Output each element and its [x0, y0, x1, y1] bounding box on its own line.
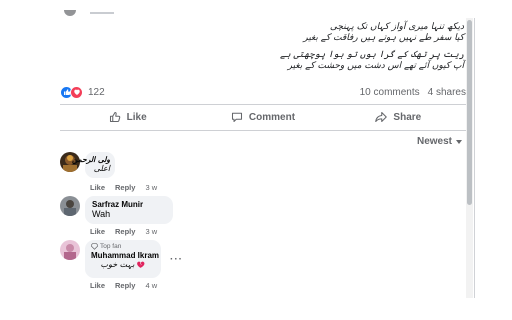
top-fan-label: Top fan — [100, 243, 122, 250]
comment-text: بہت خوب — [100, 260, 135, 269]
avatar[interactable] — [60, 196, 80, 216]
poem-line: دیکھ تنہا میری آواز کہاں تک پہنچی — [329, 22, 464, 32]
post-text: دیکھ تنہا میری آواز کہاں تک پہنچی کیا سف… — [264, 22, 464, 72]
comment-time[interactable]: 4 w — [145, 281, 157, 290]
comment-reply-link[interactable]: Reply — [115, 281, 135, 290]
comment-options-button[interactable]: ··· — [170, 254, 183, 265]
comment-reply-link[interactable]: Reply — [115, 183, 135, 192]
divider — [60, 130, 466, 131]
facebook-post: دیکھ تنہا میری آواز کہاں تک پہنچی کیا سف… — [0, 0, 512, 320]
commenter-name[interactable]: ولی الرحمن — [72, 155, 110, 164]
commenter-name[interactable]: Sarfraz Munir — [92, 200, 166, 209]
reaction-count[interactable]: 122 — [88, 87, 105, 98]
avatar-fragment — [64, 10, 76, 16]
comment-button[interactable]: Comment — [195, 111, 330, 123]
reaction-icons[interactable] — [60, 85, 83, 99]
post-header-remnant — [60, 10, 120, 18]
poem-line: آپ کیوں آئے تھے اس دشت میں وحشت کے بغیر — [287, 61, 464, 71]
sort-dropdown[interactable]: Newest — [417, 136, 462, 147]
header-line-fragment — [90, 12, 114, 14]
scrollbar[interactable] — [466, 18, 473, 298]
broken-heart-emoji — [137, 261, 145, 268]
chevron-down-icon — [456, 139, 462, 144]
share-label: Share — [393, 111, 422, 123]
comment-content: بہت خوب — [91, 260, 155, 269]
poem-line: ریت پر تھک کے گرا ہوں تو ہوا پوچھتی ہے — [280, 50, 464, 60]
comment-time[interactable]: 3 w — [145, 183, 157, 192]
thumbs-up-icon — [109, 111, 120, 123]
commenter-name[interactable]: Muhammad Ikram — [91, 251, 159, 260]
scrollbar-thumb[interactable] — [467, 20, 472, 205]
shares-count[interactable]: 4 shares — [428, 87, 466, 98]
avatar[interactable] — [60, 240, 80, 260]
diamond-icon — [91, 243, 98, 250]
reactions-row: 122 10 comments 4 shares — [60, 84, 466, 100]
comment-bubble: Top fan Muhammad Ikram بہت خوب — [85, 240, 161, 278]
comment-actions: Like Reply 4 w — [90, 281, 157, 290]
panel-edge — [474, 18, 475, 298]
sort-label: Newest — [416, 136, 452, 147]
comment-like-link[interactable]: Like — [90, 183, 105, 192]
comment-bubble: ولی الرحمن اعلی — [72, 152, 115, 178]
comment-time[interactable]: 3 w — [145, 227, 157, 236]
comment-reply-link[interactable]: Reply — [115, 227, 135, 236]
comment-like-link[interactable]: Like — [90, 281, 105, 290]
comment-text: Wah — [92, 209, 111, 219]
love-reaction-icon — [70, 85, 83, 99]
share-arrow-icon — [375, 111, 388, 123]
like-button[interactable]: Like — [60, 111, 195, 123]
action-bar: Like Comment Share — [60, 105, 466, 129]
comment-bubble: Sarfraz Munir Wah — [85, 196, 173, 224]
comment-text: اعلی — [93, 164, 110, 173]
speech-bubble-icon — [231, 112, 242, 123]
comment-actions: Like Reply 3 w — [90, 183, 157, 192]
comment-label: Comment — [248, 111, 296, 123]
share-button[interactable]: Share — [331, 111, 466, 123]
comment-like-link[interactable]: Like — [90, 227, 105, 236]
poem-line: کیا سفر طے نہیں ہوتے ہیں رفاقت کے بغیر — [303, 33, 464, 43]
comments-count[interactable]: 10 comments — [360, 87, 420, 98]
comment-actions: Like Reply 3 w — [90, 227, 157, 236]
like-label: Like — [126, 111, 147, 123]
top-fan-badge: Top fan — [91, 243, 155, 250]
